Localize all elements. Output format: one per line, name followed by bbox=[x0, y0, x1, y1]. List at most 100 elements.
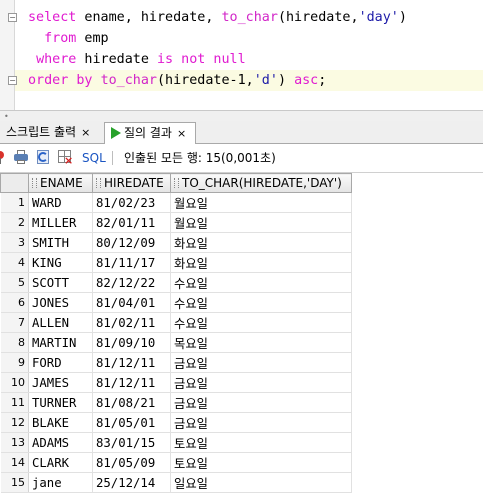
table-row[interactable]: 8 MARTIN 81/09/10 목요일 bbox=[0, 332, 352, 353]
cell-hiredate[interactable]: 81/08/21 bbox=[92, 392, 171, 413]
cell-day[interactable]: 토요일 bbox=[170, 452, 352, 473]
cell-ename[interactable]: KING bbox=[28, 252, 93, 273]
column-grip-icon bbox=[174, 178, 179, 188]
cell-hiredate[interactable]: 82/12/22 bbox=[92, 272, 171, 293]
close-icon[interactable]: × bbox=[81, 126, 90, 139]
table-row[interactable]: 5 SCOTT 82/12/22 수요일 bbox=[0, 272, 352, 293]
row-number: 7 bbox=[0, 312, 29, 333]
table-row[interactable]: 2 MILLER 82/01/11 월요일 bbox=[0, 212, 352, 233]
cell-ename[interactable]: ADAMS bbox=[28, 432, 93, 453]
code-line[interactable]: − order by to_char(hiredate-1,'d') asc; bbox=[8, 70, 483, 91]
code-token: is not null bbox=[157, 52, 246, 67]
code-token: select bbox=[28, 10, 77, 25]
cell-ename[interactable]: CLARK bbox=[28, 452, 93, 473]
table-row[interactable]: 4 KING 81/11/17 화요일 bbox=[0, 252, 352, 273]
code-token: (hiredate, bbox=[277, 10, 359, 25]
cell-hiredate[interactable]: 82/01/11 bbox=[92, 212, 171, 233]
table-row[interactable]: 11 TURNER 81/08/21 금요일 bbox=[0, 392, 352, 413]
cell-hiredate[interactable]: 81/11/17 bbox=[92, 252, 171, 273]
cell-hiredate[interactable]: 25/12/14 bbox=[92, 472, 171, 493]
table-row[interactable]: 1 WARD 81/02/23 월요일 bbox=[0, 192, 352, 213]
cell-day[interactable]: 화요일 bbox=[170, 252, 352, 273]
code-token: (hiredate-1, bbox=[157, 73, 254, 88]
table-row[interactable]: 12 BLAKE 81/05/01 금요일 bbox=[0, 412, 352, 433]
cell-day[interactable]: 월요일 bbox=[170, 212, 352, 233]
tab-script-output[interactable]: 스크립트 출력 × bbox=[0, 122, 103, 142]
code-token: ) bbox=[277, 73, 295, 88]
row-number: 4 bbox=[0, 252, 29, 273]
table-row[interactable]: 9 FORD 81/12/11 금요일 bbox=[0, 352, 352, 373]
cell-ename[interactable]: jane bbox=[28, 472, 93, 493]
cell-ename[interactable]: ALLEN bbox=[28, 312, 93, 333]
cell-hiredate[interactable]: 81/05/01 bbox=[92, 412, 171, 433]
cell-hiredate[interactable]: 80/12/09 bbox=[92, 232, 171, 253]
cell-ename[interactable]: JONES bbox=[28, 292, 93, 313]
pane-splitter[interactable]: • bbox=[0, 110, 483, 121]
toolbar-separator bbox=[112, 151, 113, 165]
table-row[interactable]: 13 ADAMS 83/01/15 토요일 bbox=[0, 432, 352, 453]
cell-day[interactable]: 목요일 bbox=[170, 332, 352, 353]
fold-toggle-icon[interactable]: − bbox=[8, 76, 17, 85]
cell-day[interactable]: 화요일 bbox=[170, 232, 352, 253]
row-number: 9 bbox=[0, 352, 29, 373]
close-icon[interactable]: × bbox=[177, 127, 186, 140]
row-number: 8 bbox=[0, 332, 29, 353]
cell-day[interactable]: 토요일 bbox=[170, 432, 352, 453]
table-row[interactable]: 14 CLARK 81/05/09 토요일 bbox=[0, 452, 352, 473]
cell-hiredate[interactable]: 81/02/11 bbox=[92, 312, 171, 333]
tab-script-output-label: 스크립트 출력 bbox=[6, 125, 77, 139]
cell-ename[interactable]: TURNER bbox=[28, 392, 93, 413]
table-row[interactable]: 3 SMITH 80/12/09 화요일 bbox=[0, 232, 352, 253]
cell-ename[interactable]: MILLER bbox=[28, 212, 93, 233]
code-line[interactable]: where hiredate is not null bbox=[28, 49, 483, 70]
row-number: 5 bbox=[0, 272, 29, 293]
table-row[interactable]: 7 ALLEN 81/02/11 수요일 bbox=[0, 312, 352, 333]
row-number: 10 bbox=[0, 372, 29, 393]
cell-day[interactable]: 금요일 bbox=[170, 412, 352, 433]
code-line[interactable]: from emp bbox=[28, 28, 483, 49]
sql-editor[interactable]: − select ename, hiredate, to_char(hiredat… bbox=[0, 0, 483, 110]
cell-ename[interactable]: BLAKE bbox=[28, 412, 93, 433]
cell-day[interactable]: 수요일 bbox=[170, 272, 352, 293]
cell-hiredate[interactable]: 81/12/11 bbox=[92, 352, 171, 373]
cell-ename[interactable]: JAMES bbox=[28, 372, 93, 393]
sql-button[interactable]: SQL bbox=[81, 149, 107, 167]
cell-hiredate[interactable]: 83/01/15 bbox=[92, 432, 171, 453]
pin-icon[interactable] bbox=[0, 149, 6, 165]
cell-day[interactable]: 금요일 bbox=[170, 392, 352, 413]
cell-ename[interactable]: FORD bbox=[28, 352, 93, 373]
cell-day[interactable]: 일요일 bbox=[170, 472, 352, 493]
cell-day[interactable]: 수요일 bbox=[170, 292, 352, 313]
print-icon[interactable] bbox=[13, 149, 29, 165]
table-row[interactable]: 6 JONES 81/04/01 수요일 bbox=[0, 292, 352, 313]
cell-hiredate[interactable]: 81/04/01 bbox=[92, 292, 171, 313]
cell-ename[interactable]: MARTIN bbox=[28, 332, 93, 353]
table-row[interactable]: 10 JAMES 81/12/11 금요일 bbox=[0, 372, 352, 393]
tab-query-result[interactable]: 질의 결과 × bbox=[104, 122, 196, 144]
cell-hiredate[interactable]: 81/02/23 bbox=[92, 192, 171, 213]
refresh-icon[interactable] bbox=[35, 149, 51, 165]
column-header-to-char[interactable]: TO_CHAR(HIREDATE,'DAY') bbox=[170, 173, 352, 193]
table-row[interactable]: 15 jane 25/12/14 일요일 bbox=[0, 472, 352, 493]
code-token: 'd' bbox=[253, 73, 278, 88]
cell-day[interactable]: 금요일 bbox=[170, 352, 352, 373]
cell-hiredate[interactable]: 81/09/10 bbox=[92, 332, 171, 353]
cell-day[interactable]: 금요일 bbox=[170, 372, 352, 393]
code-line[interactable]: − select ename, hiredate, to_char(hiredat… bbox=[8, 7, 483, 28]
cell-hiredate[interactable]: 81/05/09 bbox=[92, 452, 171, 473]
cell-hiredate[interactable]: 81/12/11 bbox=[92, 372, 171, 393]
column-header-hiredate[interactable]: HIREDATE bbox=[92, 173, 171, 193]
code-token: asc bbox=[294, 73, 319, 88]
column-header-ename[interactable]: ENAME bbox=[28, 173, 93, 193]
cell-ename[interactable]: SCOTT bbox=[28, 272, 93, 293]
cell-day[interactable]: 수요일 bbox=[170, 312, 352, 333]
cell-day[interactable]: 월요일 bbox=[170, 192, 352, 213]
cell-ename[interactable]: WARD bbox=[28, 192, 93, 213]
code-token: to_char bbox=[221, 10, 278, 25]
fold-toggle-icon[interactable]: − bbox=[8, 13, 17, 22]
row-number: 14 bbox=[0, 452, 29, 473]
cell-ename[interactable]: SMITH bbox=[28, 232, 93, 253]
export-grid-icon[interactable]: × bbox=[57, 149, 73, 166]
